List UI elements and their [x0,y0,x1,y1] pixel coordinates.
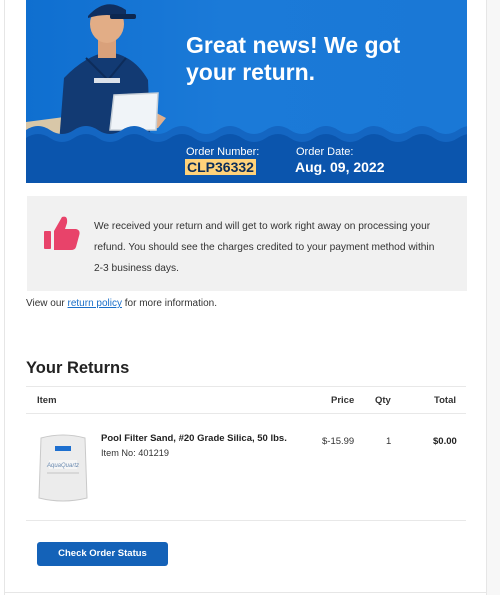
your-returns-heading: Your Returns [26,359,130,377]
policy-suffix: for more information. [121,298,218,309]
order-number-label: Order Number: [186,146,260,158]
thumbs-up-icon [44,216,80,250]
column-header-qty: Qty [375,395,391,406]
email-border-left [4,0,5,595]
divider [26,413,466,414]
column-header-total: Total [434,395,456,406]
return-policy-link[interactable]: return policy [68,298,122,309]
column-header-price: Price [331,395,355,406]
product-name: Pool Filter Sand, #20 Grade Silica, 50 l… [101,433,287,444]
product-item-number: Item No: 401219 [101,448,169,458]
policy-line: View our return policy for more informat… [26,298,217,309]
order-date-label: Order Date: [296,146,354,158]
product-image: AquaQuartz [38,434,88,502]
email-border-right [486,0,487,595]
product-price: $-15.99 [322,436,355,447]
divider [26,520,466,521]
product-total: $0.00 [433,436,457,447]
check-order-status-button[interactable]: Check Order Status [37,542,168,566]
refund-notice-text: We received your return and will get to … [94,221,435,274]
hero-title: Great news! We got your return. [186,32,401,85]
divider [26,386,466,387]
product-qty: 1 [386,436,392,447]
order-number: CLP36332 [185,159,256,175]
hero-banner: Great news! We got your return. Order Nu… [26,0,467,183]
policy-prefix: View our [26,298,68,309]
column-header-item: Item [37,395,57,406]
order-date: Aug. 09, 2022 [295,159,385,175]
refund-notice: We received your return and will get to … [27,196,467,291]
product-image-brand: AquaQuartz [46,463,79,469]
email-border-bottom [4,592,487,593]
page-right-gutter [487,0,500,595]
